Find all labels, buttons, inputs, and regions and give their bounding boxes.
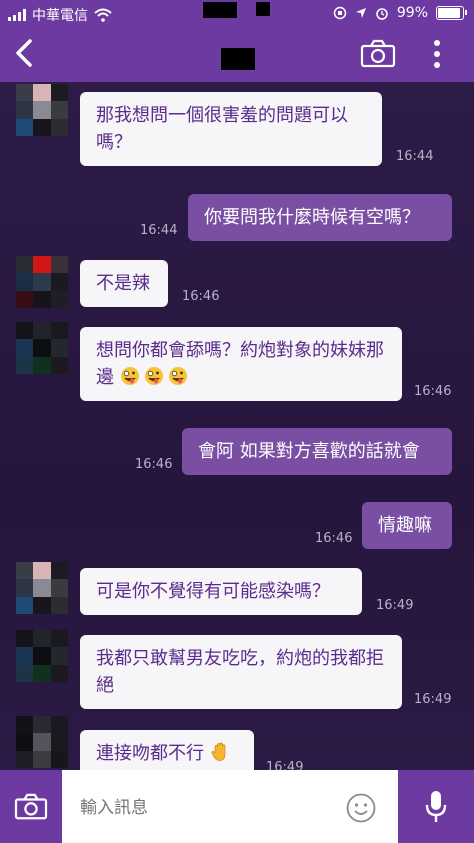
- message-text: 那我想問一個很害羞的問題可以嗎？: [96, 105, 348, 153]
- message-time: 16:46: [135, 457, 173, 472]
- redacted-mark: [256, 2, 270, 16]
- message-time: 16:49: [266, 760, 304, 770]
- message-text: 情趣嘛: [378, 515, 432, 536]
- message-time: 16:46: [182, 289, 220, 304]
- microphone-icon: [425, 790, 447, 822]
- orientation-lock-icon: [333, 6, 347, 20]
- message-text: 不是辣: [96, 273, 150, 294]
- avatar[interactable]: [16, 716, 68, 768]
- status-bar: 中華電信 99%: [0, 0, 474, 26]
- crazy-face-icon: [120, 367, 139, 385]
- carrier-label: 中華電信: [32, 8, 88, 24]
- avatar[interactable]: [16, 322, 68, 374]
- chat-header: [0, 26, 474, 82]
- message-text: 可是你不覺得有可能感染嗎？: [96, 581, 330, 602]
- message-bubble-incoming[interactable]: 連接吻都不行: [80, 730, 254, 770]
- redacted-contact-name: [221, 48, 255, 70]
- back-arrow-icon[interactable]: [8, 36, 42, 70]
- avatar[interactable]: [16, 256, 68, 308]
- crazy-face-icon: [144, 367, 163, 385]
- message-bubble-incoming[interactable]: 想問你都會舔嗎？約炮對象的妹妹那邊: [80, 327, 402, 401]
- emoji-row: [120, 367, 192, 388]
- wifi-icon: [94, 8, 112, 22]
- avatar[interactable]: [16, 84, 68, 136]
- status-left: 中華電信: [8, 5, 112, 25]
- message-bubble-outgoing[interactable]: 你要問我什麼時候有空嗎？: [188, 194, 452, 241]
- message-time: 16:46: [315, 531, 353, 546]
- message-text: 你要問我什麼時候有空嗎？: [204, 207, 420, 228]
- status-right: 99%: [333, 5, 467, 21]
- message-list[interactable]: 那我想問一個很害羞的問題可以嗎？ 16:44 你要問我什麼時候有空嗎？ 16:4…: [0, 82, 474, 770]
- message-text: 連接吻都不行: [96, 743, 204, 764]
- redacted-time: [203, 2, 237, 18]
- signal-icon: [8, 9, 26, 21]
- avatar[interactable]: [16, 562, 68, 614]
- message-time: 16:49: [376, 598, 414, 613]
- location-icon: [355, 8, 366, 18]
- message-input[interactable]: [78, 794, 322, 822]
- battery-fill: [438, 8, 460, 18]
- message-text: 會阿 如果對方喜歡的話就會: [198, 441, 420, 462]
- message-text: 我都只敢幫男友吃吃，約炮的我都拒絕: [96, 648, 384, 696]
- message-time: 16:44: [396, 149, 434, 164]
- message-bubble-incoming[interactable]: 我都只敢幫男友吃吃，約炮的我都拒絕: [80, 635, 402, 709]
- alarm-icon: [376, 8, 388, 20]
- message-bubble-incoming[interactable]: 那我想問一個很害羞的問題可以嗎？: [80, 92, 382, 166]
- camera-button[interactable]: [0, 770, 62, 843]
- more-vertical-icon[interactable]: [426, 38, 448, 72]
- message-bubble-outgoing[interactable]: 會阿 如果對方喜歡的話就會: [182, 428, 452, 475]
- camera-icon: [14, 793, 48, 819]
- message-time: 16:44: [140, 223, 178, 238]
- raised-hand-icon: [211, 742, 226, 761]
- camera-icon[interactable]: [360, 38, 396, 70]
- message-time: 16:49: [414, 692, 452, 707]
- message-time: 16:46: [414, 384, 452, 399]
- avatar[interactable]: [16, 630, 68, 682]
- emoji-icon[interactable]: [345, 792, 377, 824]
- battery-percent: 99%: [396, 5, 428, 21]
- battery-icon: [436, 6, 467, 20]
- composer: [0, 770, 474, 843]
- message-bubble-incoming[interactable]: 不是辣: [80, 260, 168, 307]
- microphone-button[interactable]: [398, 770, 474, 843]
- message-bubble-incoming[interactable]: 可是你不覺得有可能感染嗎？: [80, 568, 362, 615]
- crazy-face-icon: [168, 367, 187, 385]
- message-bubble-outgoing[interactable]: 情趣嘛: [362, 502, 452, 549]
